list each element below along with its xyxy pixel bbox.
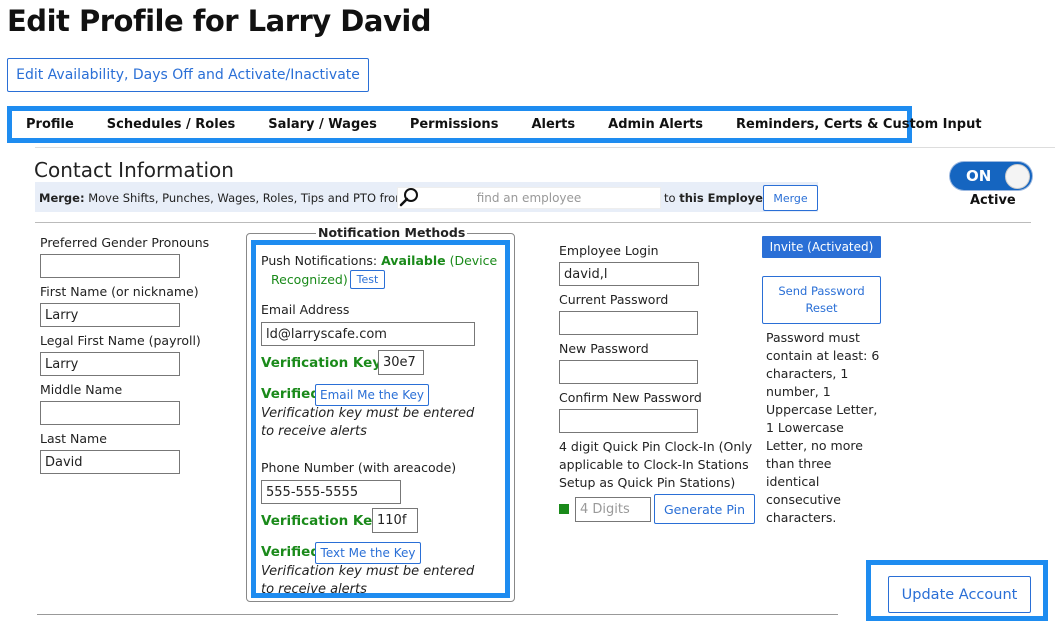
- phone-verification-key-label: Verification Key: [261, 513, 382, 529]
- generate-pin-button[interactable]: Generate Pin: [654, 494, 755, 524]
- employee-search-input[interactable]: find an employee: [397, 187, 661, 209]
- employee-login-label: Employee Login: [559, 243, 659, 258]
- quick-pin-note-line-2: applicable to Clock-In Stations: [559, 457, 749, 472]
- middle-name-input[interactable]: [40, 401, 180, 425]
- tab-permissions[interactable]: Permissions: [410, 117, 499, 132]
- quick-pin-input[interactable]: 4 Digits: [575, 497, 651, 522]
- toggle-on-label: ON: [966, 167, 992, 185]
- push-notifications-status: Push Notifications: Available (Device: [261, 253, 498, 268]
- employee-login-input[interactable]: david,l: [559, 262, 699, 286]
- invite-button[interactable]: Invite (Activated): [762, 236, 881, 258]
- middle-name-label: Middle Name: [40, 382, 123, 397]
- text-me-key-button[interactable]: Text Me the Key: [315, 542, 421, 564]
- last-name-input[interactable]: David: [40, 450, 180, 474]
- email-verification-key-label: Verification Key: [261, 355, 382, 371]
- send-password-reset-button[interactable]: Send Password Reset: [762, 276, 881, 324]
- last-name-label: Last Name: [40, 431, 107, 446]
- email-verification-key-input[interactable]: 30e7: [378, 350, 424, 375]
- pin-status-indicator: [559, 504, 569, 514]
- legal-first-name-input[interactable]: Larry: [40, 352, 180, 376]
- merge-button[interactable]: Merge: [763, 185, 818, 211]
- current-password-input[interactable]: [559, 311, 698, 335]
- password-rules: Password must contain at least: 6 charac…: [766, 330, 880, 525]
- legal-first-name-label: Legal First Name (payroll): [40, 333, 201, 348]
- tab-salary-wages[interactable]: Salary / Wages: [268, 117, 377, 132]
- reset-label-line-2: Reset: [805, 301, 838, 315]
- first-name-input[interactable]: Larry: [40, 303, 180, 327]
- first-name-label: First Name (or nickname): [40, 284, 199, 299]
- current-password-label: Current Password: [559, 292, 669, 307]
- tab-profile[interactable]: Profile: [26, 117, 74, 132]
- email-input[interactable]: ld@larryscafe.com: [261, 322, 475, 346]
- search-icon: [399, 188, 418, 207]
- notification-methods-legend: Notification Methods: [316, 225, 468, 240]
- confirm-password-input[interactable]: [559, 409, 698, 433]
- reset-label-line-1: Send Password: [778, 284, 865, 298]
- phone-verified-label: Verified: [261, 544, 320, 560]
- edit-availability-button[interactable]: Edit Availability, Days Off and Activate…: [7, 58, 369, 92]
- divider: [35, 222, 1031, 223]
- tab-alerts[interactable]: Alerts: [531, 117, 575, 132]
- pronouns-input[interactable]: [40, 254, 180, 278]
- phone-verification-key-input[interactable]: 110f: [372, 508, 418, 533]
- quick-pin-note-line-1: 4 digit Quick Pin Clock-In (Only: [559, 439, 753, 454]
- merge-description: Merge: Move Shifts, Punches, Wages, Role…: [39, 191, 407, 205]
- tab-bar: Profile Schedules / Roles Salary / Wages…: [7, 106, 982, 143]
- phone-note-line-1: Verification key must be entered: [261, 564, 475, 579]
- email-note-line-1: Verification key must be entered: [261, 406, 475, 421]
- email-me-key-button[interactable]: Email Me the Key: [315, 384, 429, 406]
- phone-note-line-2: to receive alerts: [261, 582, 367, 597]
- email-note-line-2: to receive alerts: [261, 424, 367, 439]
- confirm-password-label: Confirm New Password: [559, 390, 702, 405]
- email-verified-label: Verified: [261, 386, 320, 402]
- tab-admin-alerts[interactable]: Admin Alerts: [608, 117, 703, 132]
- update-account-button[interactable]: Update Account: [888, 576, 1031, 613]
- tab-schedules-roles[interactable]: Schedules / Roles: [107, 117, 235, 132]
- phone-input[interactable]: 555-555-5555: [261, 480, 401, 504]
- bottom-divider: [37, 614, 838, 615]
- email-label: Email Address: [261, 302, 350, 317]
- new-password-label: New Password: [559, 341, 649, 356]
- phone-label: Phone Number (with areacode): [261, 460, 457, 475]
- test-push-button[interactable]: Test: [350, 270, 385, 289]
- contact-info-title: Contact Information: [34, 158, 234, 182]
- status-label: Active: [970, 193, 1016, 208]
- push-device-recognized: Recognized): [271, 272, 348, 287]
- section-divider: [35, 147, 1055, 148]
- merge-target-text: to this Employee: [664, 191, 771, 205]
- tab-reminders-certs[interactable]: Reminders, Certs & Custom Input: [736, 117, 982, 132]
- pronouns-label: Preferred Gender Pronouns: [40, 235, 210, 250]
- quick-pin-note-line-3: Setup as Quick Pin Stations): [559, 475, 736, 490]
- new-password-input[interactable]: [559, 360, 698, 384]
- search-placeholder: find an employee: [476, 191, 582, 205]
- page-title: Edit Profile for Larry David: [7, 4, 432, 38]
- toggle-knob[interactable]: [1005, 164, 1030, 189]
